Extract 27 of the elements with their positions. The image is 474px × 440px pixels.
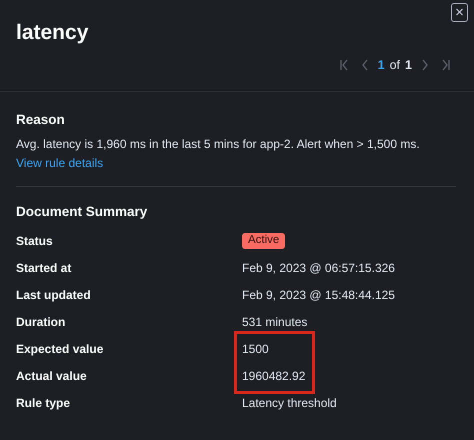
field-value: 1960482.92 [242, 368, 306, 384]
close-button[interactable]: × [451, 3, 468, 22]
field-value: 1500 [242, 341, 269, 357]
view-rule-details-link[interactable]: View rule details [16, 156, 104, 170]
field-label: Last updated [16, 287, 92, 303]
page-separator: of [390, 58, 400, 72]
field-label: Actual value [16, 368, 88, 384]
field-value: 531 minutes [242, 314, 308, 330]
status-badge: Active [242, 233, 286, 249]
section-heading: Reason [16, 112, 65, 127]
section-heading: Document Summary [16, 204, 148, 219]
reason-text: Avg. latency is 1,960 ms in the last 5 mins for app-2. Alert when > 1,500 ms. [16, 137, 421, 151]
field-value: Feb 9, 2023 @ 06:57:15.326 [242, 260, 395, 276]
first-page-icon [338, 59, 349, 71]
field-label: Rule type [16, 395, 72, 411]
current-page: 1 [378, 58, 385, 72]
field-label: Expected value [16, 341, 104, 357]
total-pages: 1 [405, 58, 412, 72]
field-label: Status [16, 233, 54, 249]
field-value: Feb 9, 2023 @ 15:48:44.125 [242, 287, 395, 303]
field-label: Duration [16, 314, 66, 330]
flyout-title: latency [16, 21, 88, 45]
chevron-right-icon [420, 59, 430, 71]
field-label: Started at [16, 260, 72, 276]
last-page-icon [441, 59, 451, 71]
field-value: Latency threshold [242, 395, 337, 411]
chevron-left-icon [360, 59, 370, 71]
